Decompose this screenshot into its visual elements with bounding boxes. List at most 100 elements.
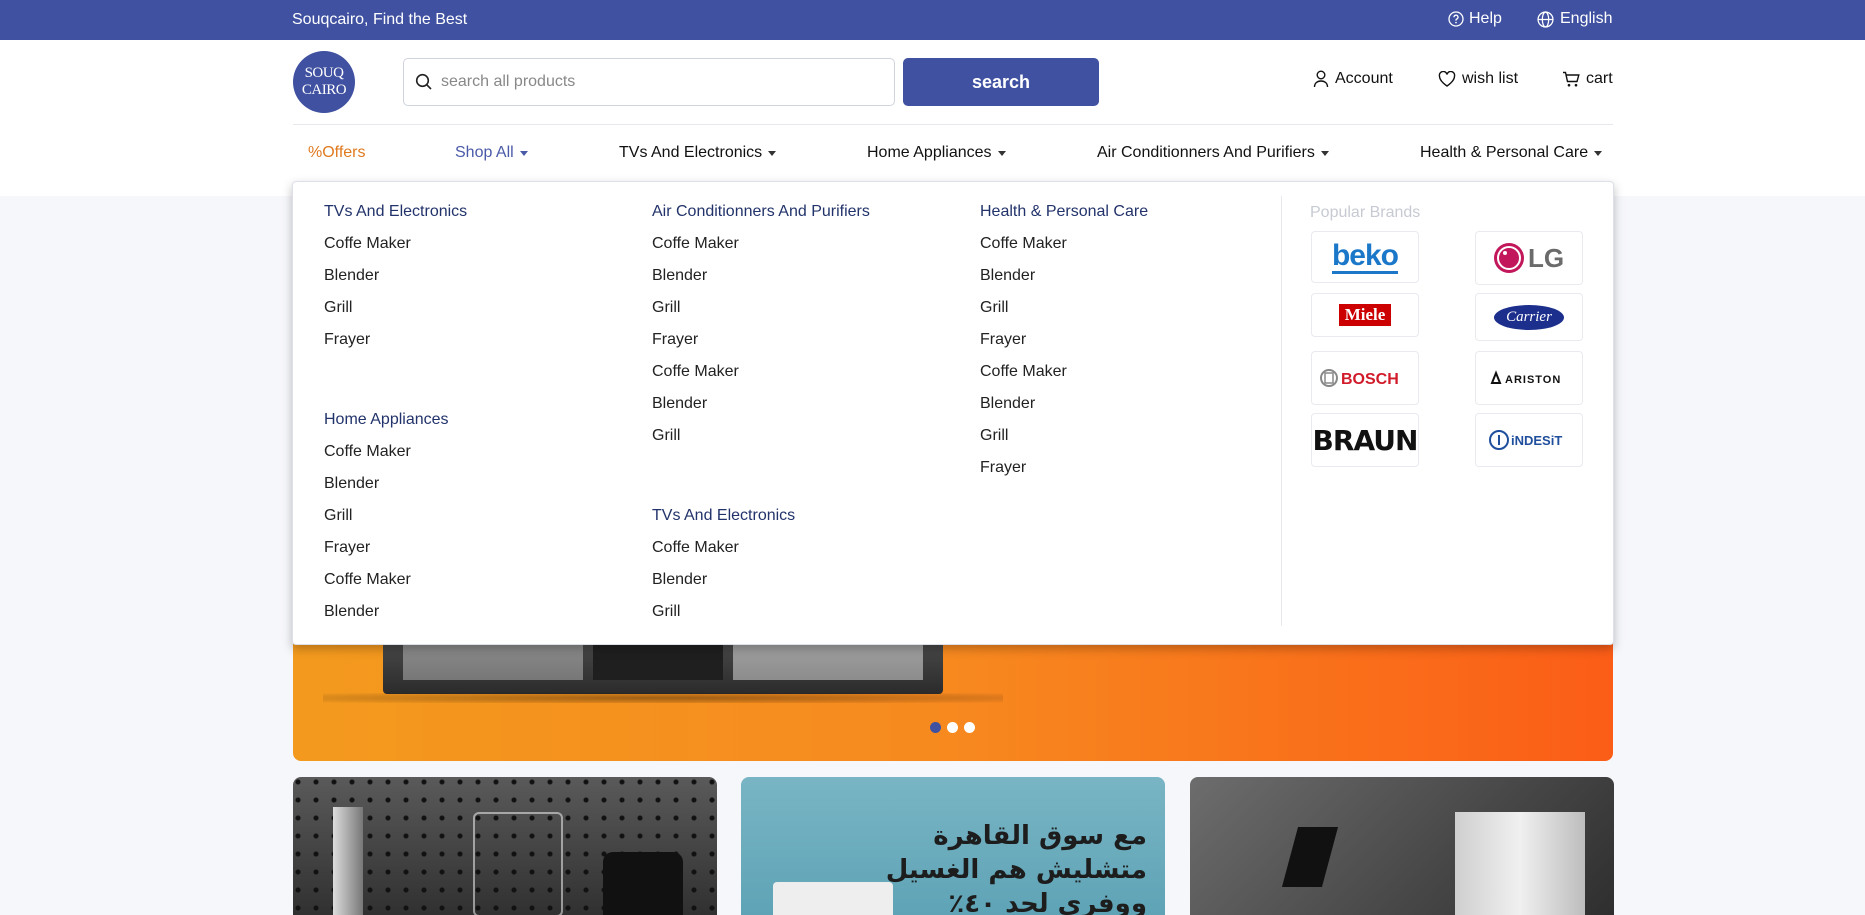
chevron-down-icon bbox=[768, 150, 777, 156]
promo-text-line-2: متشليش هم الغسيل bbox=[885, 855, 1147, 885]
search-input[interactable] bbox=[441, 73, 861, 91]
nav-offers[interactable]: %Offers bbox=[308, 144, 366, 162]
carousel-indicators bbox=[930, 722, 975, 733]
menu-subcategory-link[interactable]: Blender bbox=[324, 468, 624, 500]
menu-subcategory-link[interactable]: Blender bbox=[324, 260, 624, 292]
beko-logo: beko bbox=[1331, 238, 1399, 274]
menu-subcategory-link[interactable]: Frayer bbox=[652, 324, 952, 356]
menu-subcategory-link[interactable]: Frayer bbox=[980, 452, 1260, 484]
brand-braun[interactable]: BRAUN bbox=[1311, 413, 1419, 467]
menu-subcategory-link[interactable]: Frayer bbox=[324, 532, 624, 564]
nav-health-label: Health & Personal Care bbox=[1420, 144, 1589, 161]
braun-logo: BRAUN bbox=[1312, 423, 1419, 457]
user-icon bbox=[1313, 70, 1329, 88]
menu-subcategory-link[interactable]: Blender bbox=[324, 596, 624, 628]
nav-ac-label: Air Conditionners And Purifiers bbox=[1097, 144, 1315, 161]
menu-subcategory-link[interactable]: Coffe Maker bbox=[980, 356, 1260, 388]
menu-subcategory-link[interactable]: Blender bbox=[980, 260, 1260, 292]
menu-subcategory-link[interactable]: Coffe Maker bbox=[980, 228, 1260, 260]
menu-subcategory-link[interactable]: Blender bbox=[652, 564, 952, 596]
svg-text:BOSCH: BOSCH bbox=[1341, 371, 1399, 388]
promo-card-laundry[interactable]: مع سوق القاهرة متشليش هم الغسيل ووفرى لح… bbox=[741, 777, 1165, 915]
svg-text:iNDESiT: iNDESiT bbox=[1511, 433, 1562, 448]
menu-subcategory-link[interactable]: Blender bbox=[980, 388, 1260, 420]
help-link[interactable]: Help bbox=[1448, 10, 1502, 28]
menu-category-heading[interactable]: Home Appliances bbox=[324, 404, 624, 436]
menu-subcategory-link[interactable]: Grill bbox=[652, 596, 952, 628]
account-label: Account bbox=[1335, 70, 1393, 87]
menu-subcategory-link[interactable]: Coffe Maker bbox=[324, 564, 624, 596]
brand-carrier[interactable]: Carrier bbox=[1475, 293, 1583, 341]
menu-category-heading[interactable]: TVs And Electronics bbox=[324, 196, 624, 228]
menu-subcategory-link[interactable]: Coffe Maker bbox=[324, 436, 624, 468]
search-icon bbox=[415, 73, 432, 90]
svg-text:ARISTON: ARISTON bbox=[1505, 374, 1561, 386]
menu-subcategory-link[interactable]: Grill bbox=[980, 420, 1260, 452]
miele-logo: Miele bbox=[1338, 304, 1392, 326]
bosch-logo: BOSCH bbox=[1320, 369, 1399, 388]
brand-bosch[interactable]: BOSCH bbox=[1311, 351, 1419, 405]
site-logo[interactable]: SOUQ CAIRO bbox=[293, 51, 355, 113]
chevron-down-icon bbox=[1320, 150, 1329, 156]
brand-miele[interactable]: Miele bbox=[1311, 293, 1419, 337]
nav-shop-all[interactable]: Shop All bbox=[455, 144, 528, 162]
popular-brands-title: Popular Brands bbox=[1310, 204, 1421, 221]
carousel-dot[interactable] bbox=[930, 722, 941, 733]
search-button[interactable]: search bbox=[903, 58, 1099, 106]
menu-column-1: TVs And Electronics Coffe Maker Blender Gri… bbox=[324, 196, 624, 628]
menu-subcategory-link[interactable]: Coffe Maker bbox=[324, 228, 624, 260]
menu-group-spacer bbox=[652, 452, 952, 500]
logo-line-1: SOUQ bbox=[304, 65, 344, 81]
chevron-down-icon bbox=[519, 150, 528, 156]
carrier-logo: Carrier bbox=[1494, 304, 1564, 330]
wishlist-label: wish list bbox=[1462, 70, 1519, 87]
language-label: English bbox=[1560, 10, 1613, 27]
svg-text:LG: LG bbox=[1528, 243, 1564, 273]
cart-label: cart bbox=[1586, 70, 1613, 87]
menu-subcategory-link[interactable]: Grill bbox=[980, 292, 1260, 324]
account-link[interactable]: Account bbox=[1313, 70, 1393, 88]
promo-text-line-3: ووفرى لحد ٤٠٪ bbox=[948, 889, 1147, 915]
menu-subcategory-link[interactable]: Grill bbox=[324, 500, 624, 532]
nav-air-conditioners[interactable]: Air Conditionners And Purifiers bbox=[1097, 144, 1329, 162]
nav-health-personal-care[interactable]: Health & Personal Care bbox=[1420, 144, 1603, 162]
cart-link[interactable]: cart bbox=[1562, 70, 1613, 88]
menu-subcategory-link[interactable]: Grill bbox=[652, 420, 952, 452]
promo-card-kitchen[interactable] bbox=[1190, 777, 1614, 915]
language-selector[interactable]: English bbox=[1537, 10, 1612, 28]
menu-subcategory-link[interactable]: Coffe Maker bbox=[652, 356, 952, 388]
menu-column-3: Health & Personal Care Coffe Maker Blender… bbox=[980, 196, 1260, 484]
nav-tvs-label: TVs And Electronics bbox=[619, 144, 763, 161]
menu-group-spacer bbox=[324, 356, 624, 404]
header-divider bbox=[293, 124, 1613, 125]
menu-subcategory-link[interactable]: Coffe Maker bbox=[652, 532, 952, 564]
carousel-dot[interactable] bbox=[964, 722, 975, 733]
menu-category-heading[interactable]: Health & Personal Care bbox=[980, 196, 1260, 228]
nav-home-appliances[interactable]: Home Appliances bbox=[867, 144, 1006, 162]
menu-subcategory-link[interactable]: Blender bbox=[652, 388, 952, 420]
menu-subcategory-link[interactable]: Coffe Maker bbox=[652, 228, 952, 260]
nav-tvs-electronics[interactable]: TVs And Electronics bbox=[619, 144, 777, 162]
menu-subcategory-link[interactable]: Grill bbox=[652, 292, 952, 324]
menu-category-heading[interactable]: Air Conditionners And Purifiers bbox=[652, 196, 952, 228]
carousel-dot[interactable] bbox=[947, 722, 958, 733]
promo-card-blenders[interactable] bbox=[293, 777, 717, 915]
cart-icon bbox=[1563, 71, 1580, 86]
indesit-logo: iNDESiT bbox=[1489, 430, 1562, 450]
help-label: Help bbox=[1469, 10, 1502, 27]
popular-brands: Popular Brands beko LG Miele Carrier BOS… bbox=[1281, 196, 1611, 626]
nav-shop-all-label: Shop All bbox=[455, 144, 514, 161]
wishlist-link[interactable]: wish list bbox=[1438, 70, 1518, 88]
menu-subcategory-link[interactable]: Frayer bbox=[324, 324, 624, 356]
globe-icon bbox=[1537, 10, 1554, 28]
menu-subcategory-link[interactable]: Blender bbox=[652, 260, 952, 292]
menu-subcategory-link[interactable]: Frayer bbox=[980, 324, 1260, 356]
chevron-down-icon bbox=[997, 150, 1006, 156]
menu-subcategory-link[interactable]: Grill bbox=[324, 292, 624, 324]
menu-category-heading[interactable]: TVs And Electronics bbox=[652, 500, 952, 532]
brand-indesit[interactable]: iNDESiT bbox=[1475, 413, 1583, 467]
nav-home-label: Home Appliances bbox=[867, 144, 992, 161]
brand-lg[interactable]: LG bbox=[1475, 231, 1583, 285]
brand-beko[interactable]: beko bbox=[1311, 231, 1419, 283]
brand-ariston[interactable]: ARISTON bbox=[1475, 351, 1583, 405]
